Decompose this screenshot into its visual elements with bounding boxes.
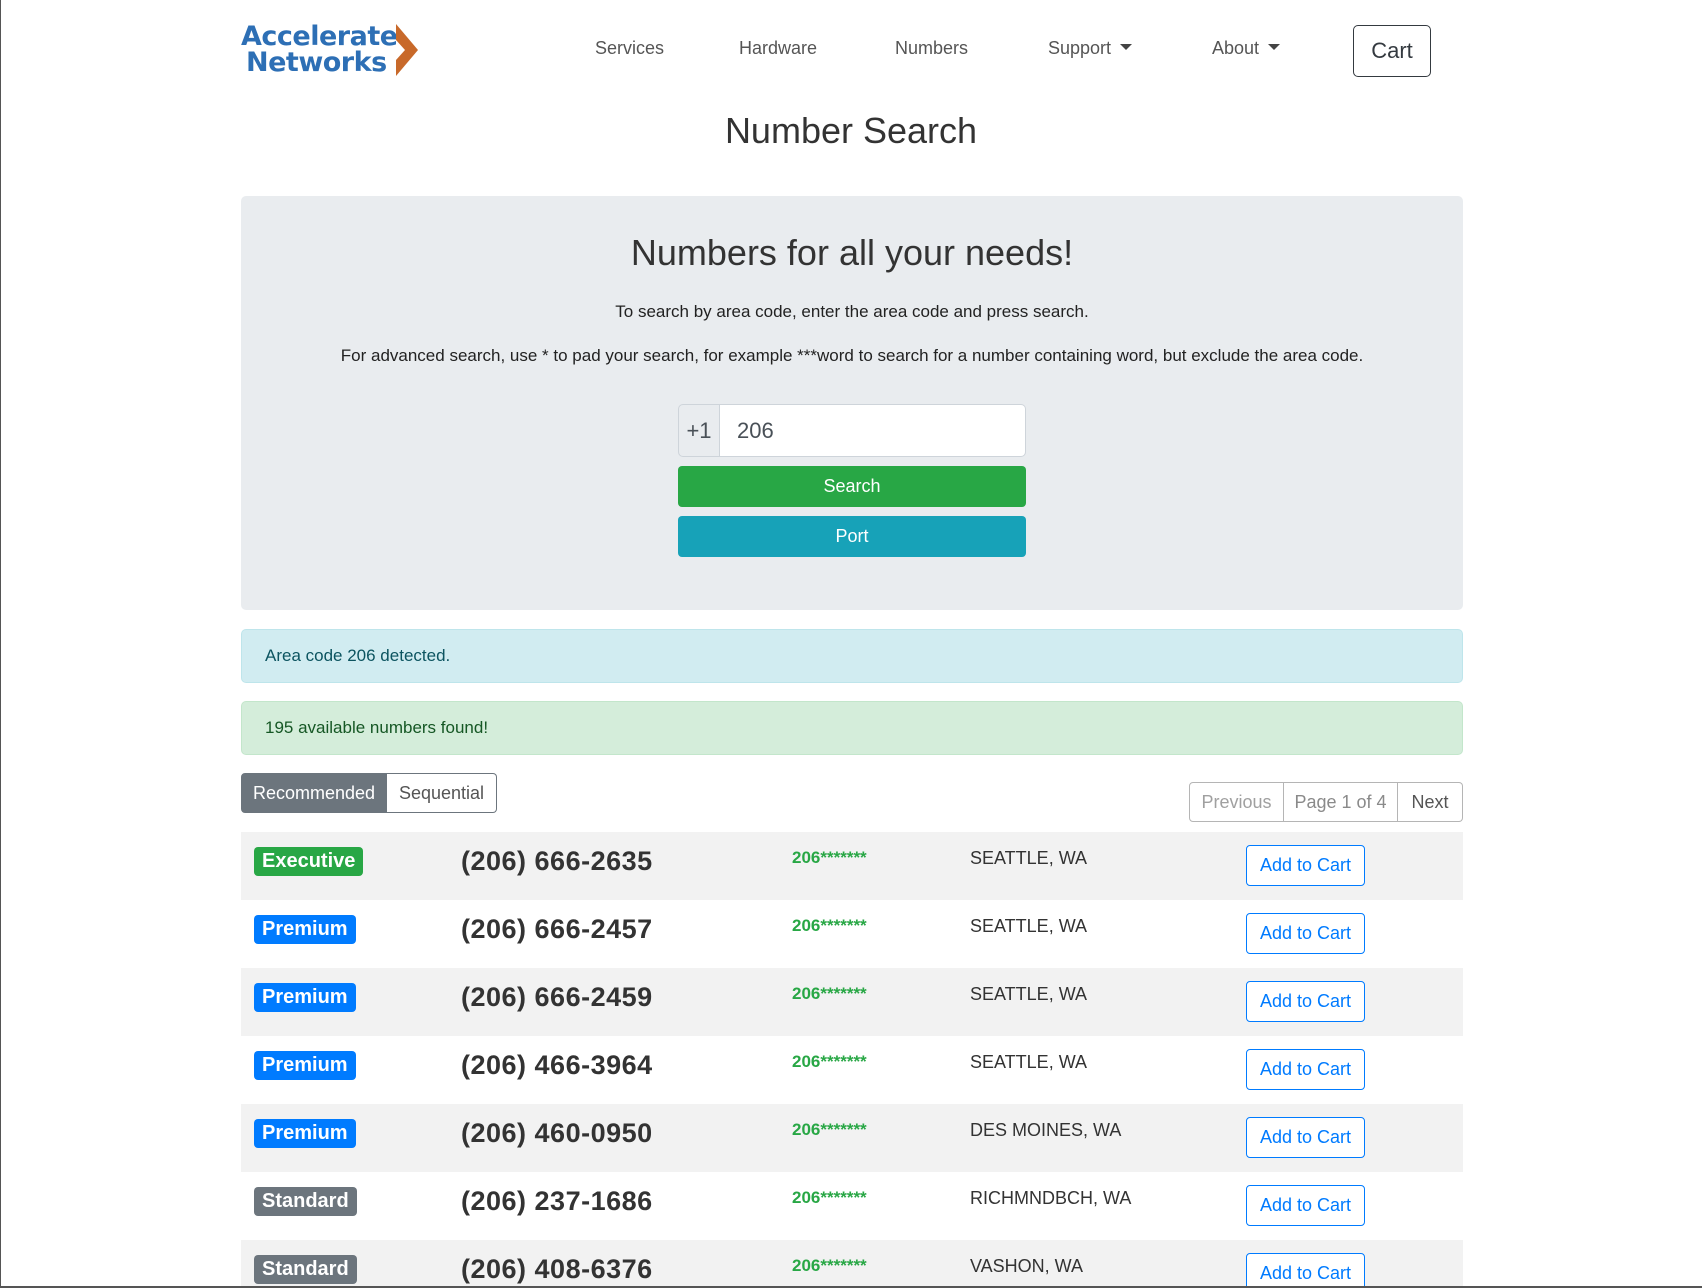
add-to-cart-button[interactable]: Add to Cart bbox=[1246, 1185, 1365, 1226]
phone-number: (206) 666-2459 bbox=[461, 982, 653, 1012]
search-instruction-basic: To search by area code, enter the area c… bbox=[615, 302, 1089, 321]
phone-number: (206) 666-2457 bbox=[461, 914, 653, 944]
number-pattern: 206******* bbox=[792, 984, 867, 1003]
logo-text: Accelerate Networks bbox=[241, 23, 398, 78]
number-location: SEATTLE, WA bbox=[970, 916, 1088, 936]
number-location: DES MOINES, WA bbox=[970, 1120, 1122, 1140]
phone-number: (206) 460-0950 bbox=[461, 1118, 653, 1148]
window-border-left bbox=[0, 0, 1, 1288]
add-to-cart-button[interactable]: Add to Cart bbox=[1246, 845, 1365, 886]
add-to-cart-button[interactable]: Add to Cart bbox=[1246, 913, 1365, 954]
nav-support-dropdown[interactable]: Support bbox=[1048, 38, 1133, 59]
number-pattern: 206******* bbox=[792, 1052, 867, 1071]
number-location: SEATTLE, WA bbox=[970, 1052, 1088, 1072]
nav-about-label: About bbox=[1212, 38, 1260, 58]
phone-number: (206) 408-6376 bbox=[461, 1254, 653, 1284]
chevron-down-icon bbox=[1120, 43, 1133, 50]
tier-badge: Standard bbox=[254, 1255, 357, 1284]
result-row: Standard (206) 237-1686 206******* RICHM… bbox=[241, 1172, 1463, 1240]
tier-badge: Premium bbox=[254, 983, 356, 1012]
result-row: Executive (206) 666-2635 206******* SEAT… bbox=[241, 832, 1463, 900]
result-row: Premium (206) 666-2457 206******* SEATTL… bbox=[241, 900, 1463, 968]
add-to-cart-button[interactable]: Add to Cart bbox=[1246, 1049, 1365, 1090]
add-to-cart-button[interactable]: Add to Cart bbox=[1246, 1253, 1365, 1288]
result-row: Standard (206) 408-6376 206******* VASHO… bbox=[241, 1240, 1463, 1288]
number-location: VASHON, WA bbox=[970, 1256, 1084, 1276]
number-search-group: +1 bbox=[678, 404, 1026, 457]
chevron-down-icon bbox=[1268, 43, 1281, 50]
number-pattern: 206******* bbox=[792, 916, 867, 935]
tier-badge: Premium bbox=[254, 1119, 356, 1148]
port-button[interactable]: Port bbox=[678, 516, 1026, 557]
nav-hardware[interactable]: Hardware bbox=[739, 38, 817, 59]
phone-number: (206) 237-1686 bbox=[461, 1186, 653, 1216]
brand-logo[interactable]: Accelerate Networks bbox=[241, 22, 421, 78]
sequential-toggle[interactable]: Sequential bbox=[387, 773, 497, 813]
results-count-alert: 195 available numbers found! bbox=[241, 701, 1463, 755]
nav-hardware-label: Hardware bbox=[739, 38, 818, 58]
cart-button[interactable]: Cart bbox=[1353, 25, 1431, 77]
logo-line-2: Networks bbox=[246, 47, 387, 78]
result-row: Premium (206) 466-3964 206******* SEATTL… bbox=[241, 1036, 1463, 1104]
tier-badge: Premium bbox=[254, 915, 356, 944]
next-page-button[interactable]: Next bbox=[1398, 782, 1463, 822]
country-code-prefix: +1 bbox=[678, 404, 720, 457]
phone-number: (206) 466-3964 bbox=[461, 1050, 653, 1080]
page-indicator: Page 1 of 4 bbox=[1284, 782, 1398, 822]
tier-badge: Executive bbox=[254, 847, 364, 876]
number-location: RICHMNDBCH, WA bbox=[970, 1188, 1132, 1208]
tier-badge: Standard bbox=[254, 1187, 357, 1216]
search-instruction-advanced: For advanced search, use * to pad your s… bbox=[340, 346, 1364, 365]
nav-services-label: Services bbox=[595, 38, 665, 58]
result-row: Premium (206) 460-0950 206******* DES MO… bbox=[241, 1104, 1463, 1172]
nav-about-dropdown[interactable]: About bbox=[1212, 38, 1281, 59]
number-location: SEATTLE, WA bbox=[970, 984, 1088, 1004]
add-to-cart-button[interactable]: Add to Cart bbox=[1246, 981, 1365, 1022]
nav-numbers[interactable]: Numbers bbox=[895, 38, 968, 59]
add-to-cart-button[interactable]: Add to Cart bbox=[1246, 1117, 1365, 1158]
nav-services[interactable]: Services bbox=[595, 38, 664, 59]
previous-page-button[interactable]: Previous bbox=[1189, 782, 1284, 822]
area-code-input[interactable] bbox=[720, 404, 1026, 457]
search-panel-title: Numbers for all your needs! bbox=[630, 232, 1074, 273]
phone-number: (206) 666-2635 bbox=[461, 846, 653, 876]
number-location: SEATTLE, WA bbox=[970, 848, 1088, 868]
logo-arrow-icon bbox=[395, 24, 418, 76]
search-button[interactable]: Search bbox=[678, 466, 1026, 507]
search-panel: Numbers for all your needs! To search by… bbox=[241, 196, 1463, 610]
result-row: Premium (206) 666-2459 206******* SEATTL… bbox=[241, 968, 1463, 1036]
tier-badge: Premium bbox=[254, 1051, 356, 1080]
number-pattern: 206******* bbox=[792, 848, 867, 867]
area-code-alert: Area code 206 detected. bbox=[241, 629, 1463, 683]
number-pattern: 206******* bbox=[792, 1188, 867, 1207]
number-pattern: 206******* bbox=[792, 1256, 867, 1275]
view-toggle: Recommended Sequential bbox=[241, 773, 497, 813]
nav-support-label: Support bbox=[1048, 38, 1112, 58]
pagination: Previous Page 1 of 4 Next bbox=[1189, 782, 1463, 822]
nav-numbers-label: Numbers bbox=[895, 38, 969, 58]
page-title: Number Search bbox=[724, 110, 978, 151]
number-pattern: 206******* bbox=[792, 1120, 867, 1139]
number-results-list: Executive (206) 666-2635 206******* SEAT… bbox=[241, 832, 1463, 1288]
recommended-toggle[interactable]: Recommended bbox=[241, 773, 387, 813]
